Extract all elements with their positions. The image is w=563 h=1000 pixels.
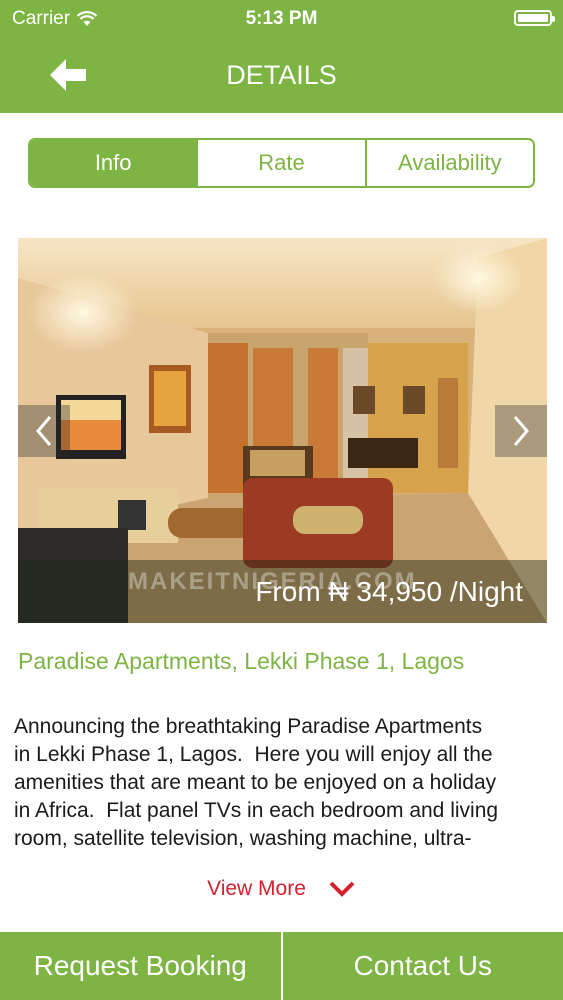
view-more-link[interactable]: View More [0, 877, 563, 901]
previous-photo-button[interactable] [18, 405, 70, 457]
battery-icon [514, 10, 555, 26]
chevron-down-icon [329, 881, 355, 897]
tab-info[interactable]: Info [30, 140, 197, 186]
page-title: DETAILS [226, 60, 337, 90]
status-time: 5:13 PM [245, 8, 318, 29]
chevron-right-icon [513, 416, 529, 446]
listing-description: Announcing the breathtaking Paradise Apa… [14, 715, 499, 850]
request-booking-button[interactable]: Request Booking [0, 932, 281, 1000]
next-photo-button[interactable] [495, 405, 547, 457]
tab-rate[interactable]: Rate [196, 140, 364, 186]
nav-header: Carrier 5:13 PM DETAILS [0, 0, 563, 113]
segmented-tabs: Info Rate Availability [28, 138, 535, 188]
tab-availability[interactable]: Availability [364, 140, 533, 186]
listing-photo-gallery[interactable]: MAKEITNIGERIA.COM From ₦ 34,950 /Night [18, 238, 547, 623]
contact-us-button[interactable]: Contact Us [280, 932, 563, 1000]
chevron-left-icon [36, 416, 52, 446]
view-more-label: View More [207, 877, 306, 900]
footer-actions: Request Booking Contact Us [0, 932, 563, 1000]
listing-title: Paradise Apartments, Lekki Phase 1, Lago… [18, 648, 465, 674]
price-label: From ₦ 34,950 /Night [255, 576, 523, 607]
status-bar: Carrier 5:13 PM [0, 0, 563, 38]
